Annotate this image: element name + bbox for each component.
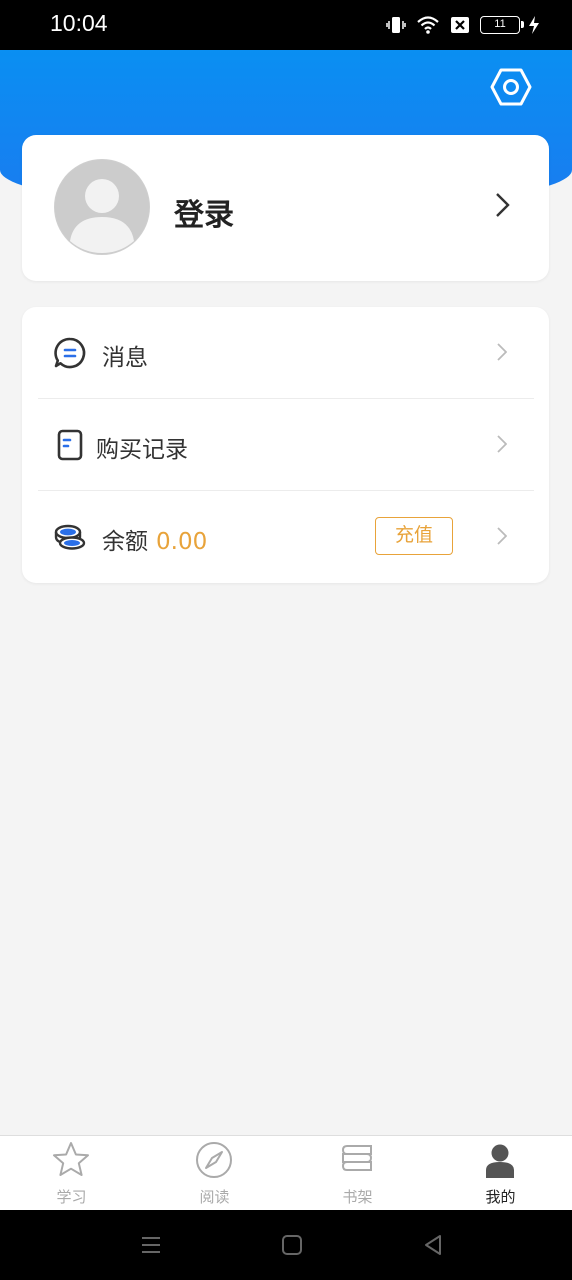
menu-card: 消息 购买记录 余额 0.00 充值 (22, 307, 549, 583)
menu-item-balance[interactable]: 余额 0.00 (22, 491, 549, 583)
sim-x-icon (451, 17, 469, 33)
vibrate-icon (386, 17, 406, 33)
balance-value: 0.00 (156, 529, 208, 555)
receipt-icon (57, 429, 83, 461)
recharge-button[interactable]: 充值 (375, 517, 453, 555)
home-icon[interactable] (279, 1232, 305, 1258)
status-icons: 11 (386, 13, 540, 37)
wifi-icon (417, 16, 439, 34)
menu-item-label: 消息 (102, 345, 148, 371)
bookshelf-icon (341, 1145, 373, 1171)
chevron-right-icon (497, 527, 507, 545)
tab-study[interactable]: 学习 (0, 1136, 143, 1211)
tab-label: 阅读 (199, 1188, 230, 1206)
chevron-right-icon (497, 343, 507, 361)
menu-item-messages[interactable]: 消息 (22, 307, 549, 399)
star-icon (53, 1142, 89, 1176)
tab-reading[interactable]: 阅读 (143, 1136, 286, 1211)
battery-icon: 11 (480, 16, 524, 34)
status-time: 10:04 (50, 10, 108, 36)
menu-item-label: 余额 (102, 529, 148, 555)
compass-icon (196, 1142, 232, 1178)
message-icon (54, 337, 86, 369)
chevron-right-icon (497, 435, 507, 453)
menu-item-purchase-records[interactable]: 购买记录 (22, 399, 549, 491)
tab-label: 书架 (342, 1188, 373, 1206)
status-bar: 10:04 11 (0, 0, 572, 50)
profile-card[interactable]: 登录 (22, 135, 549, 281)
settings-hexagon-icon[interactable] (490, 66, 532, 108)
system-nav-bar (0, 1210, 572, 1280)
coins-icon (54, 524, 86, 550)
tab-bookshelf[interactable]: 书架 (286, 1136, 429, 1211)
tab-mine[interactable]: 我的 (429, 1136, 572, 1211)
user-icon (486, 1144, 514, 1178)
login-label[interactable]: 登录 (174, 190, 234, 234)
tab-label: 学习 (56, 1188, 87, 1206)
charging-icon (529, 16, 539, 34)
menu-icon[interactable] (138, 1232, 164, 1258)
balance-label: 余额 0.00 (102, 522, 207, 556)
default-avatar-icon (54, 159, 150, 255)
chevron-right-icon (496, 193, 510, 217)
menu-item-label: 购买记录 (96, 437, 188, 463)
tab-label: 我的 (485, 1188, 516, 1206)
tab-bar: 学习 阅读 书架 我的 (0, 1135, 572, 1210)
battery-level: 11 (494, 18, 506, 30)
back-icon[interactable] (420, 1232, 446, 1258)
